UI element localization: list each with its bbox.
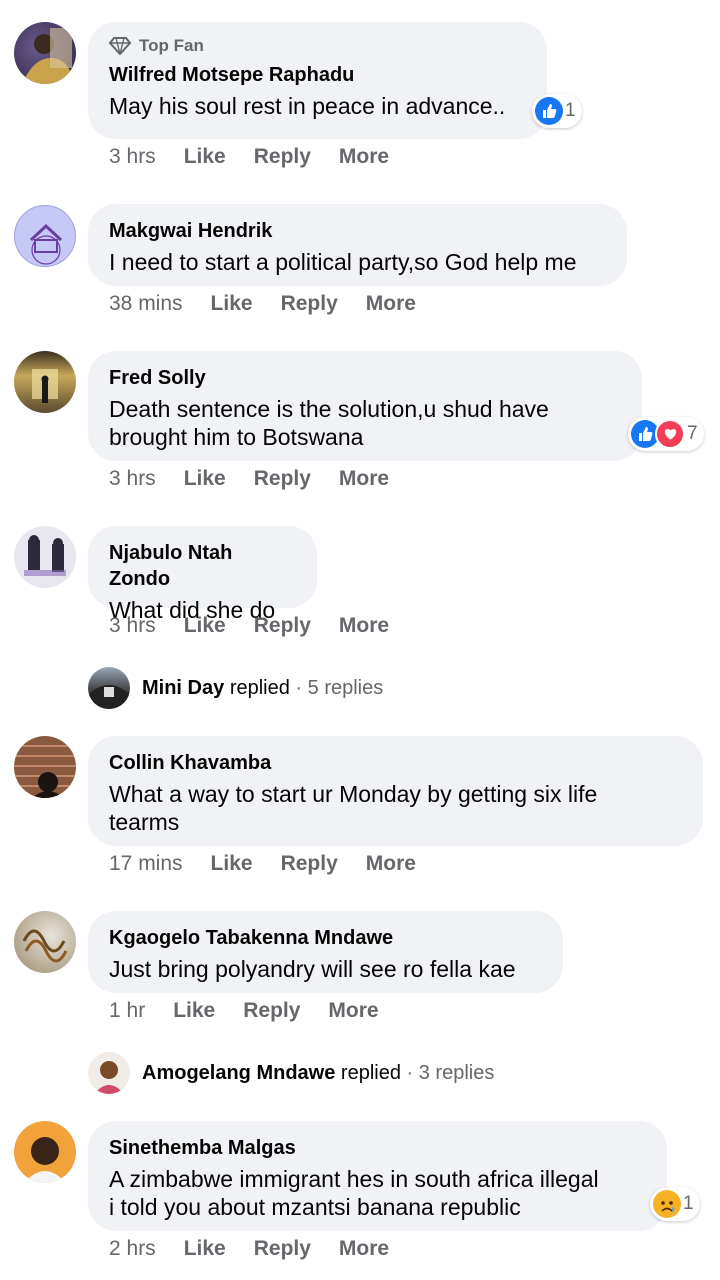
comment-actions: 17 mins Like Reply More [109,852,444,876]
reply-author: Mini Day [142,676,225,699]
comment-bubble: Top Fan Wilfred Motsepe Raphadu May his … [88,22,547,139]
comment-actions: 38 mins Like Reply More [109,292,444,316]
comment-time[interactable]: 1 hr [109,999,145,1023]
comment-actions: 1 hr Like Reply More [109,999,407,1023]
comment-author[interactable]: Sinethemba Malgas [109,1135,645,1161]
comment-bubble: Collin Khavamba What a way to start ur M… [88,736,703,846]
more-button[interactable]: More [339,614,389,638]
reply-verb: replied [340,1061,401,1084]
comment-author[interactable]: Makgwai Hendrik [109,218,605,244]
avatar[interactable] [14,736,76,798]
reply-button[interactable]: Reply [254,1237,311,1261]
comment-actions: 3 hrs Like Reply More [109,467,417,491]
comment-text-line: A zimbabwe immigrant hes in south africa… [109,1166,599,1192]
reaction-count[interactable]: 7 [628,417,704,451]
avatar[interactable] [14,22,76,84]
view-replies-link[interactable]: Amogelang Mndawe replied · 3 replies [88,1052,494,1094]
more-button[interactable]: More [339,145,389,169]
more-button[interactable]: More [328,999,378,1023]
comment-bubble: Njabulo Ntah Zondo What did she do [88,526,317,623]
avatar[interactable] [14,205,76,267]
reply-count: · 3 replies [406,1061,495,1084]
comment-text: May his soul rest in peace in advance.. [109,93,506,119]
avatar[interactable] [14,351,76,413]
comment-bubble: Makgwai Hendrik I need to start a politi… [88,204,627,286]
comment-text-line: i told you about mzantsi banana republic [109,1194,521,1220]
comment-time[interactable]: 38 mins [109,292,183,316]
reply-button[interactable]: Reply [243,999,300,1023]
reply-button[interactable]: Reply [281,852,338,876]
comment-author[interactable]: Kgaogelo Tabakenna Mndawe [109,925,541,951]
like-reaction-icon [535,97,563,125]
reaction-number: 7 [687,423,698,444]
top-fan-label: Top Fan [139,36,204,55]
comment-time[interactable]: 3 hrs [109,145,156,169]
comment-bubble: Kgaogelo Tabakenna Mndawe Just bring pol… [88,911,563,993]
comment-text: I need to start a political party,so God… [109,249,577,275]
comment-text-line: Death sentence is the solution,u shud ha… [109,396,549,422]
comment-author[interactable]: Wilfred Motsepe Raphadu [109,62,525,88]
comment-time[interactable]: 2 hrs [109,1237,156,1261]
more-button[interactable]: More [339,467,389,491]
avatar [88,1052,130,1094]
comment-author[interactable]: Fred Solly [109,365,620,391]
comment-author[interactable]: Njabulo Ntah Zondo [109,540,295,592]
like-button[interactable]: Like [173,999,215,1023]
reply-button[interactable]: Reply [254,145,311,169]
like-button[interactable]: Like [184,1237,226,1261]
comment-bubble: Sinethemba Malgas A zimbabwe immigrant h… [88,1121,667,1231]
like-button[interactable]: Like [211,292,253,316]
comment-text-line: brought him to Botswana [109,424,364,450]
sad-reaction-icon [653,1190,681,1218]
view-replies-link[interactable]: Mini Day replied · 5 replies [88,667,383,709]
more-button[interactable]: More [366,852,416,876]
comment-actions: 3 hrs Like Reply More [109,614,417,638]
reply-verb: replied [229,676,290,699]
comment-time[interactable]: 3 hrs [109,467,156,491]
comment-time[interactable]: 3 hrs [109,614,156,638]
reply-author: Amogelang Mndawe [142,1061,336,1084]
comment-time[interactable]: 17 mins [109,852,183,876]
avatar [88,667,130,709]
like-button[interactable]: Like [184,467,226,491]
reply-button[interactable]: Reply [281,292,338,316]
avatar[interactable] [14,911,76,973]
like-button[interactable]: Like [184,145,226,169]
more-button[interactable]: More [339,1237,389,1261]
reaction-count[interactable]: 1 [650,1187,700,1221]
comment-actions: 2 hrs Like Reply More [109,1237,417,1261]
diamond-icon [109,37,131,55]
like-button[interactable]: Like [211,852,253,876]
reply-button[interactable]: Reply [254,467,311,491]
reply-button[interactable]: Reply [254,614,311,638]
more-button[interactable]: More [366,292,416,316]
comment-author[interactable]: Collin Khavamba [109,750,681,776]
reaction-number: 1 [683,1193,694,1214]
top-fan-badge: Top Fan [109,36,525,56]
like-button[interactable]: Like [184,614,226,638]
avatar[interactable] [14,526,76,588]
comment-text-line: What a way to start ur Monday by getting… [109,781,598,807]
reaction-count[interactable]: 1 [532,94,582,128]
comment-actions: 3 hrs Like Reply More [109,145,417,169]
love-reaction-icon [655,419,685,449]
comment-text: Just bring polyandry will see ro fella k… [109,956,516,982]
reaction-number: 1 [565,100,576,121]
avatar[interactable] [14,1121,76,1183]
reply-count: · 5 replies [295,676,384,699]
comment-text-line: tearms [109,809,180,835]
comment-bubble: Fred Solly Death sentence is the solutio… [88,351,642,461]
